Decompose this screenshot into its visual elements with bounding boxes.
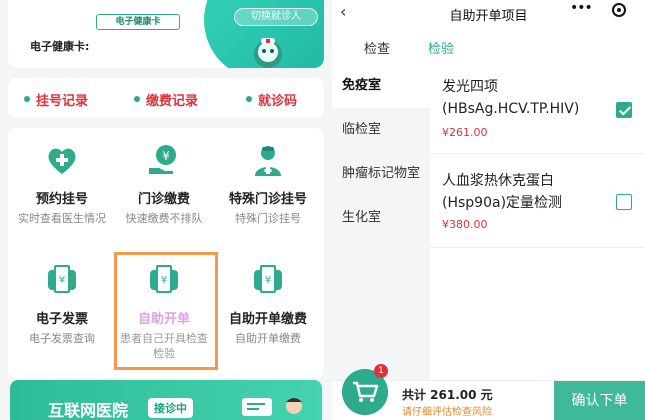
health-card-badge: 电子健康卡 <box>96 14 180 30</box>
service-title: 电子发票 <box>35 312 88 327</box>
heart-plus-icon <box>48 148 76 174</box>
internet-hospital-banner[interactable]: 互联网医院 接诊中 <box>10 380 322 420</box>
item-price: ¥380.00 <box>442 218 488 231</box>
health-card-label: 电子健康卡: <box>30 40 90 53</box>
item-price: ¥261.00 <box>442 126 488 139</box>
cart-total: 共计 261.00 元 <box>402 388 493 402</box>
tab-lab-test[interactable]: 检验 <box>428 38 454 57</box>
service-special-clinic[interactable]: 特殊门诊挂号 特殊门诊挂号 <box>218 142 318 226</box>
service-subtitle: 自助开单缴费 <box>235 332 301 345</box>
svg-text:¥: ¥ <box>162 149 170 163</box>
service-outpatient-payment[interactable]: ¥ 门诊缴费 快速缴费不排队 <box>114 142 214 226</box>
service-self-order-payment[interactable]: ¥ 自助开单缴费 自助开单缴费 <box>218 262 318 346</box>
yen-hand-icon: ¥ <box>149 145 176 174</box>
risk-note: 请仔细评估检查风险 <box>402 407 492 418</box>
tab-bar: 检查 检验 <box>332 30 645 64</box>
item-list: 发光四项(HBsAg.HCV.TP.HIV) ¥261.00 人血浆热休克蛋白(… <box>430 64 645 364</box>
tab-examination[interactable]: 检查 <box>364 38 390 57</box>
item-name: 发光四项(HBsAg.HCV.TP.HIV) <box>442 79 580 117</box>
doctor-icon <box>255 146 281 176</box>
receipt-printer-icon: ¥ <box>254 265 282 293</box>
service-appointment[interactable]: 预约挂号 实时查看医生情况 <box>12 142 112 226</box>
mascot-icon <box>254 38 282 68</box>
service-subtitle: 特殊门诊挂号 <box>235 212 301 225</box>
service-subtitle: 电子发票查询 <box>29 332 95 345</box>
health-card: 电子健康卡 电子健康卡: 切换就诊人 <box>8 0 324 68</box>
checkout-bar: 1 共计 261.00 元 请仔细评估检查风险 确认下单 <box>332 364 645 420</box>
service-title: 特殊门诊挂号 <box>228 192 307 207</box>
doctor-illustration-icon <box>242 398 302 416</box>
service-subtitle: 实时查看医生情况 <box>18 212 106 225</box>
payment-records-link[interactable]: 缴费记录 <box>133 90 198 109</box>
category-clinical-lab[interactable]: 临检室 <box>332 108 430 152</box>
service-title: 门诊缴费 <box>137 192 190 207</box>
service-subtitle: 快速缴费不排队 <box>125 212 203 225</box>
service-title: 自助开单缴费 <box>228 312 307 327</box>
item-checkbox[interactable] <box>616 102 632 118</box>
svg-text:¥: ¥ <box>59 275 65 286</box>
category-biochemistry[interactable]: 生化室 <box>332 196 430 240</box>
item-checkbox[interactable] <box>616 194 632 210</box>
close-capsule-icon[interactable] <box>612 3 626 17</box>
list-item[interactable]: 发光四项(HBsAg.HCV.TP.HIV) ¥261.00 <box>430 64 645 154</box>
internet-hospital-title: 互联网医院 <box>48 401 129 420</box>
service-title: 预约挂号 <box>35 192 88 207</box>
cart-count-badge: 1 <box>374 364 388 378</box>
item-name: 人血浆热休克蛋白(Hsp90a)定量检测 <box>442 173 563 211</box>
svg-text:¥: ¥ <box>265 275 271 286</box>
register-records-link[interactable]: 挂号记录 <box>23 90 88 109</box>
confirm-order-button[interactable]: 确认下单 <box>554 381 645 420</box>
switch-patient-button[interactable]: 切换就诊人 <box>234 8 318 26</box>
screenshot-stage: 电子健康卡 电子健康卡: 切换就诊人 挂号记录 缴费记录 就诊码 预约挂号 实时… <box>0 0 645 420</box>
service-e-invoice[interactable]: ¥ 电子发票 电子发票查询 <box>12 262 112 346</box>
receipt-printer-icon: ¥ <box>48 265 76 293</box>
list-item[interactable]: 人血浆热休克蛋白(Hsp90a)定量检测 ¥380.00 <box>430 160 645 248</box>
self-order-panel: ‹ 自助开单项目 ••• 检查 检验 免疫室 临检室 肿瘤标记物室 生化室 发光… <box>332 0 645 420</box>
home-panel: 电子健康卡 电子健康卡: 切换就诊人 挂号记录 缴费记录 就诊码 预约挂号 实时… <box>0 0 332 420</box>
visit-code-link[interactable]: 就诊码 <box>245 90 297 109</box>
nav-bar: ‹ 自助开单项目 ••• <box>332 0 645 26</box>
internet-hospital-status-badge: 接诊中 <box>148 398 193 418</box>
category-immunology[interactable]: 免疫室 <box>332 64 430 108</box>
category-tumor-markers[interactable]: 肿瘤标记物室 <box>332 152 430 196</box>
more-icon[interactable]: ••• <box>570 0 593 16</box>
quick-links: 挂号记录 缴费记录 就诊码 <box>8 78 324 118</box>
highlight-frame <box>114 252 218 370</box>
page-title: 自助开单项目 <box>449 9 528 24</box>
service-grid: 预约挂号 实时查看医生情况 ¥ 门诊缴费 快速缴费不排队 特殊门诊挂号 特殊门诊… <box>8 128 324 378</box>
